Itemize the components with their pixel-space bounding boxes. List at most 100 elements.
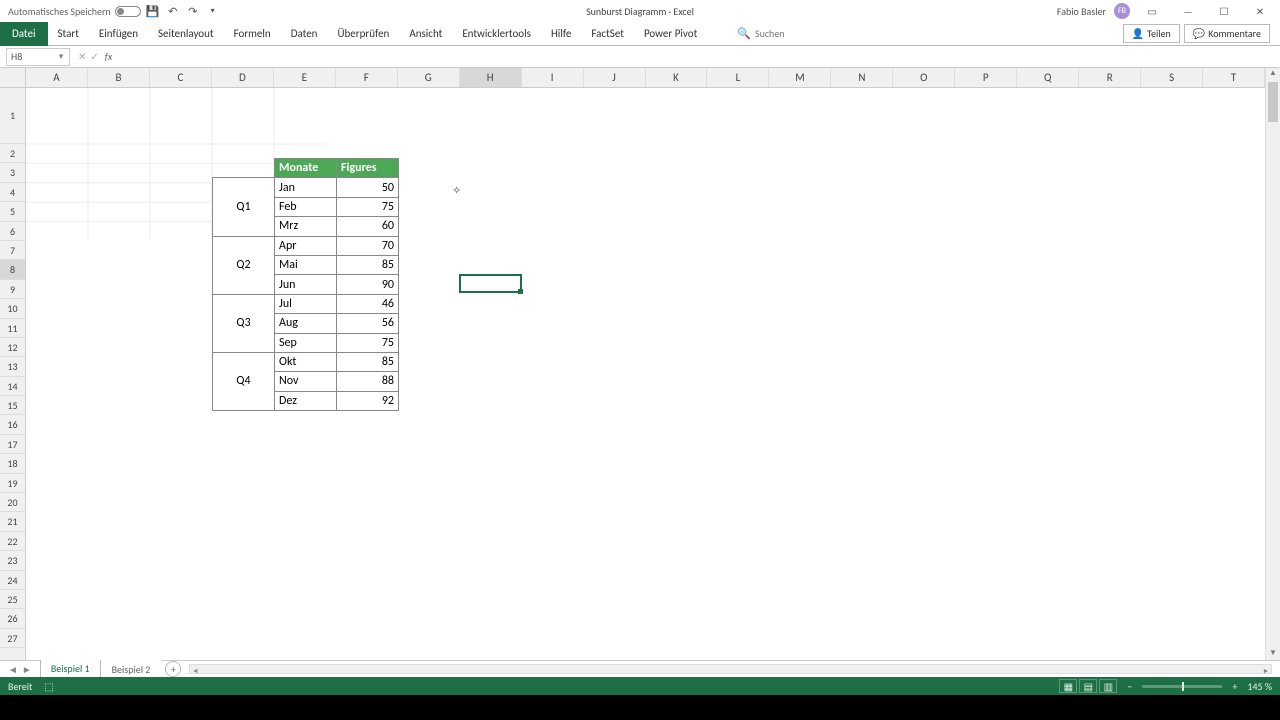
- row-header-17[interactable]: 17: [0, 435, 25, 454]
- zoom-in-icon[interactable]: +: [1232, 680, 1237, 693]
- autosave-toggle[interactable]: [115, 6, 141, 17]
- maximize-icon[interactable]: ☐: [1210, 2, 1238, 20]
- zoom-slider[interactable]: [1142, 685, 1222, 688]
- col-header-J[interactable]: J: [584, 68, 646, 87]
- add-sheet-button[interactable]: +: [165, 661, 181, 677]
- sheet-tab-0[interactable]: Beispiel 1: [40, 660, 101, 679]
- tell-me-search[interactable]: 🔍 Suchen: [737, 27, 784, 40]
- row-header-16[interactable]: 16: [0, 415, 25, 434]
- tab-hilfe[interactable]: Hilfe: [541, 23, 581, 44]
- save-icon[interactable]: 💾: [145, 3, 161, 19]
- col-header-F[interactable]: F: [336, 68, 398, 87]
- user-avatar[interactable]: FB: [1114, 3, 1130, 19]
- sheet-nav[interactable]: ◄►: [0, 663, 40, 676]
- row-header-26[interactable]: 26: [0, 609, 25, 628]
- tab-ansicht[interactable]: Ansicht: [399, 23, 452, 44]
- tab-factset[interactable]: FactSet: [581, 23, 634, 44]
- close-icon[interactable]: ✕: [1246, 2, 1274, 20]
- formula-input[interactable]: [112, 48, 1280, 66]
- column-headers[interactable]: ABCDEFGHIJKLMNOPQRST: [26, 68, 1265, 88]
- vertical-scrollbar[interactable]: ▲ ▼: [1265, 68, 1280, 660]
- scroll-down-icon[interactable]: ▼: [1266, 648, 1280, 660]
- col-header-G[interactable]: G: [398, 68, 460, 87]
- col-header-K[interactable]: K: [646, 68, 708, 87]
- redo-icon[interactable]: ↷: [185, 3, 201, 19]
- sheet-tab-1[interactable]: Beispiel 2: [101, 660, 162, 679]
- row-header-23[interactable]: 23: [0, 551, 25, 570]
- col-header-R[interactable]: R: [1079, 68, 1141, 87]
- row-header-13[interactable]: 13: [0, 357, 25, 376]
- enter-formula-icon[interactable]: ✓: [90, 50, 98, 63]
- scroll-thumb[interactable]: [1268, 82, 1278, 122]
- row-header-7[interactable]: 7: [0, 241, 25, 260]
- row-header-3[interactable]: 3: [0, 163, 25, 182]
- name-box[interactable]: H8▼: [6, 48, 70, 66]
- minimize-icon[interactable]: —: [1174, 2, 1202, 20]
- col-header-L[interactable]: L: [707, 68, 769, 87]
- row-header-5[interactable]: 5: [0, 202, 25, 221]
- cancel-formula-icon[interactable]: ✕: [78, 50, 86, 63]
- view-normal-icon[interactable]: ▦: [1059, 679, 1077, 693]
- row-header-27[interactable]: 27: [0, 629, 25, 648]
- tab-start[interactable]: Start: [48, 23, 89, 44]
- row-header-1[interactable]: 1: [0, 88, 25, 144]
- col-header-B[interactable]: B: [88, 68, 150, 87]
- scroll-up-icon[interactable]: ▲: [1266, 68, 1280, 80]
- col-header-T[interactable]: T: [1203, 68, 1265, 87]
- tab-power pivot[interactable]: Power Pivot: [634, 23, 707, 44]
- col-header-S[interactable]: S: [1141, 68, 1203, 87]
- view-pagebreak-icon[interactable]: ▥: [1099, 679, 1117, 693]
- row-header-4[interactable]: 4: [0, 183, 25, 202]
- comments-button[interactable]: 💬Kommentare: [1184, 24, 1270, 43]
- row-header-22[interactable]: 22: [0, 532, 25, 551]
- tab-daten[interactable]: Daten: [281, 23, 328, 44]
- zoom-out-icon[interactable]: −: [1127, 680, 1132, 693]
- worksheet-grid[interactable]: ABCDEFGHIJKLMNOPQRST 1234567891011121314…: [0, 68, 1280, 660]
- col-header-C[interactable]: C: [150, 68, 212, 87]
- row-header-18[interactable]: 18: [0, 454, 25, 473]
- row-header-8[interactable]: 8: [0, 260, 25, 279]
- row-header-11[interactable]: 11: [0, 319, 25, 338]
- fx-icon[interactable]: fx: [105, 50, 112, 63]
- tab-überprüfen[interactable]: Überprüfen: [327, 23, 399, 44]
- cells-area[interactable]: MonateFiguresQ1Jan50Feb75Mrz60Q2Apr70Mai…: [26, 88, 1265, 660]
- row-header-12[interactable]: 12: [0, 338, 25, 357]
- row-header-25[interactable]: 25: [0, 590, 25, 609]
- select-all-corner[interactable]: [0, 68, 26, 88]
- tab-entwicklertools[interactable]: Entwicklertools: [452, 23, 541, 44]
- undo-icon[interactable]: ↶: [165, 3, 181, 19]
- row-headers[interactable]: 1234567891011121314151617181920212223242…: [0, 88, 26, 660]
- col-header-M[interactable]: M: [769, 68, 831, 87]
- tab-seitenlayout[interactable]: Seitenlayout: [148, 23, 224, 44]
- active-cell[interactable]: [459, 274, 522, 293]
- tab-file[interactable]: Datei: [0, 22, 48, 46]
- share-button[interactable]: 👤Teilen: [1123, 24, 1180, 43]
- row-header-6[interactable]: 6: [0, 222, 25, 241]
- horizontal-scrollbar[interactable]: ◄ ►: [189, 664, 1272, 674]
- ribbon-display-icon[interactable]: ▭: [1138, 2, 1166, 20]
- row-header-2[interactable]: 2: [0, 144, 25, 163]
- row-header-21[interactable]: 21: [0, 512, 25, 531]
- qat-customize-icon[interactable]: ▾: [205, 3, 221, 19]
- row-header-10[interactable]: 10: [0, 299, 25, 318]
- col-header-Q[interactable]: Q: [1017, 68, 1079, 87]
- col-header-N[interactable]: N: [831, 68, 893, 87]
- tab-formeln[interactable]: Formeln: [224, 23, 281, 44]
- view-pagelayout-icon[interactable]: ▤: [1079, 679, 1097, 693]
- zoom-level[interactable]: 145 %: [1247, 680, 1272, 693]
- col-header-A[interactable]: A: [26, 68, 88, 87]
- col-header-I[interactable]: I: [522, 68, 584, 87]
- row-header-24[interactable]: 24: [0, 571, 25, 590]
- row-header-9[interactable]: 9: [0, 280, 25, 299]
- row-header-20[interactable]: 20: [0, 493, 25, 512]
- col-header-P[interactable]: P: [955, 68, 1017, 87]
- col-header-O[interactable]: O: [893, 68, 955, 87]
- col-header-E[interactable]: E: [274, 68, 336, 87]
- record-macro-icon[interactable]: ⬚: [44, 680, 53, 693]
- col-header-H[interactable]: H: [460, 68, 522, 87]
- row-header-14[interactable]: 14: [0, 377, 25, 396]
- row-header-19[interactable]: 19: [0, 474, 25, 493]
- tab-einfügen[interactable]: Einfügen: [89, 23, 148, 44]
- col-header-D[interactable]: D: [212, 68, 274, 87]
- row-header-15[interactable]: 15: [0, 396, 25, 415]
